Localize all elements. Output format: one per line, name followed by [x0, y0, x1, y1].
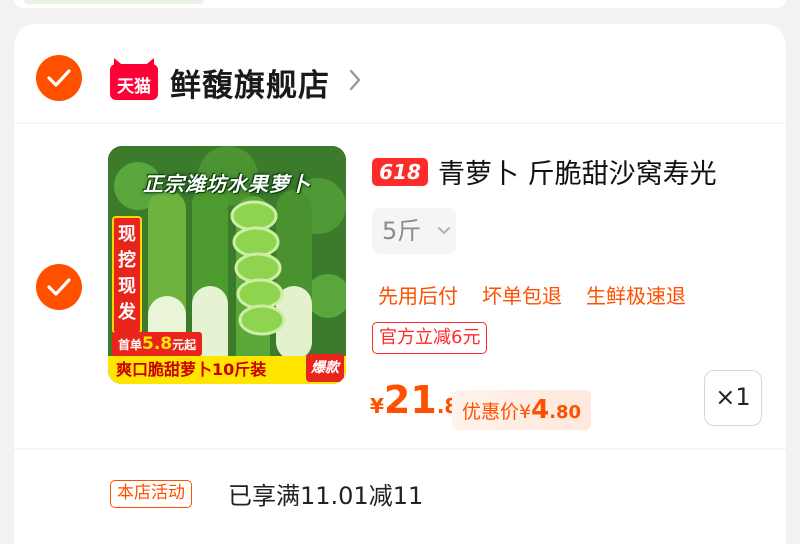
- store-promo-text[interactable]: 已享满11.01减11: [228, 476, 423, 511]
- image-promo: 首单5.8元起: [112, 332, 203, 356]
- sku-value: 5斤: [382, 217, 422, 245]
- shop-select-checkbox[interactable]: [36, 55, 82, 101]
- discount-price: 优惠价¥4.80: [452, 390, 592, 430]
- image-vertical-label: 现挖现发: [112, 216, 142, 334]
- tmall-logo: 天猫: [110, 58, 158, 100]
- product-image[interactable]: 正宗潍坊水果萝卜 现挖现发 首单5.8元起 爽口脆甜萝卜10斤装 爆款: [108, 146, 346, 384]
- image-promo-price: 5.8: [142, 334, 173, 354]
- divider: [14, 122, 786, 124]
- service-tag: 生鲜极速退: [586, 284, 686, 308]
- shop-header[interactable]: 天猫 鲜馥旗舰店: [14, 24, 786, 124]
- previous-card-edge: [14, 0, 786, 8]
- promo-618-badge: 618: [372, 158, 428, 186]
- tmall-logo-ear-right: [142, 58, 154, 68]
- discount-decimal: .80: [549, 402, 582, 423]
- quantity-stepper[interactable]: ×1: [704, 370, 762, 426]
- check-icon: [47, 69, 71, 87]
- service-tag: 先用后付: [378, 284, 458, 308]
- chevron-down-icon: [438, 227, 450, 234]
- service-tags: 先用后付 坏单包退 生鲜极速退: [378, 280, 686, 309]
- cart-shop-card: 天猫 鲜馥旗舰店 正宗潍坊水果萝卜 现挖现发 首单5.8元起 爽口脆甜萝卜10斤…: [14, 24, 786, 544]
- discount-integer: 4: [531, 395, 550, 425]
- divider-line: [14, 448, 786, 450]
- check-icon: [47, 278, 71, 296]
- store-promo-tag: 本店活动: [110, 480, 192, 508]
- tmall-logo-text: 天猫: [117, 77, 151, 97]
- image-hot-badge: 爆款: [306, 354, 344, 382]
- previous-card-strip: [24, 0, 204, 4]
- product-title[interactable]: 青萝卜 斤脆甜沙窝寿光: [438, 152, 717, 191]
- chevron-right-icon[interactable]: [348, 68, 362, 92]
- tmall-logo-ear-left: [114, 58, 126, 68]
- item-price: ¥21.8: [370, 378, 458, 422]
- divider: [14, 448, 786, 472]
- coupon-badge: 官方立减6元: [372, 322, 488, 354]
- image-promo-suffix: 元起: [172, 338, 197, 352]
- image-promo-prefix: 首单: [118, 338, 143, 352]
- discount-label: 优惠价¥: [462, 401, 532, 423]
- image-headline: 正宗潍坊水果萝卜: [143, 172, 311, 196]
- price-integer: 21: [383, 378, 437, 422]
- service-tag: 坏单包退: [482, 284, 562, 308]
- item-select-checkbox[interactable]: [36, 264, 82, 310]
- price-symbol: ¥: [370, 394, 384, 418]
- sku-selector[interactable]: 5斤: [372, 208, 456, 254]
- shop-name[interactable]: 鲜馥旗舰店: [170, 60, 330, 105]
